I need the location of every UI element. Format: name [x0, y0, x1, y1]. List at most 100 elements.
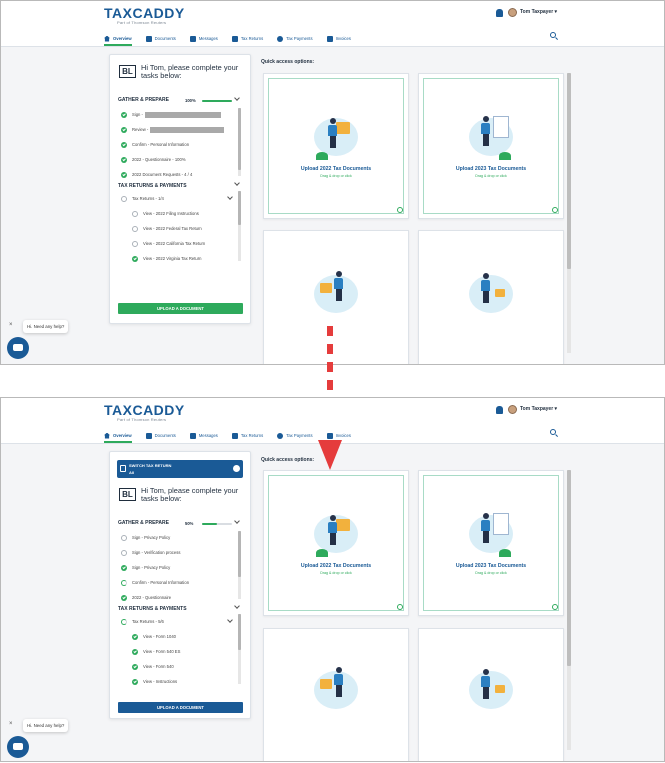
quick-access-card[interactable]: [418, 628, 564, 761]
task-item[interactable]: View - Instructions: [132, 674, 177, 689]
task-item[interactable]: Sign -: [121, 107, 221, 122]
document-box: [495, 685, 505, 693]
partial-progress-icon: [121, 618, 127, 625]
tab-tax-returns[interactable]: Tax Returns: [231, 31, 263, 46]
tax-returns-payments-header[interactable]: TAX RETURNS & PAYMENTS: [118, 183, 187, 189]
person-figure: [481, 273, 490, 303]
task-item[interactable]: View - 2022 Federal Tax Return: [132, 221, 202, 236]
task-item[interactable]: Sign - Privacy Policy: [121, 530, 170, 545]
history-icon[interactable]: [552, 207, 558, 213]
tab-documents[interactable]: Documents: [145, 428, 176, 443]
taxcaddy-logo[interactable]: TAXCADDY: [104, 402, 185, 418]
tab-tax-payments[interactable]: Tax Payments: [277, 31, 313, 46]
upload-2022-card[interactable]: Upload 2022 Tax Documents Drag & drop or…: [263, 470, 409, 616]
check-icon: [121, 156, 127, 163]
task-label: 2022 Document Requests - 4 / 4: [132, 172, 193, 177]
tab-overview[interactable]: Overview: [104, 31, 132, 46]
chevron-down-icon[interactable]: [234, 518, 240, 524]
task-item[interactable]: Sign - Verification process: [121, 545, 180, 560]
card-illustration: [467, 665, 517, 713]
chat-button[interactable]: [7, 736, 29, 758]
search-icon[interactable]: [550, 429, 556, 435]
search-icon[interactable]: [550, 32, 556, 38]
history-icon[interactable]: [397, 207, 403, 213]
notifications-bell-icon[interactable]: [496, 406, 503, 414]
upload-2023-card[interactable]: Upload 2023 Tax Documents Drag & drop or…: [418, 73, 564, 219]
taxcaddy-logo[interactable]: TAXCADDY: [104, 5, 185, 21]
task-label: Confirm - Personal Information: [132, 142, 190, 147]
chevron-down-icon[interactable]: [227, 617, 233, 623]
gather-progress-bar: [202, 100, 232, 102]
task-item[interactable]: View - Form 1040: [132, 629, 176, 644]
task-label: View - Form 1040: [143, 634, 176, 639]
tab-messages[interactable]: Messages: [189, 428, 218, 443]
chat-close-icon[interactable]: ×: [9, 721, 13, 727]
task-item[interactable]: Sign - Privacy Policy: [121, 560, 170, 575]
upload-document-button[interactable]: UPLOAD A DOCUMENT: [118, 702, 243, 713]
task-item[interactable]: 2022 Document Requests - 4 / 4: [121, 167, 192, 182]
tab-tax-payments[interactable]: Tax Payments: [277, 428, 313, 443]
gather-prepare-header[interactable]: GATHER & PREPARE: [118, 520, 169, 526]
redacted-text: [144, 111, 221, 118]
task-item[interactable]: View - Form 540: [132, 659, 174, 674]
tab-invoices[interactable]: Invoices: [326, 31, 351, 46]
quick-access-card[interactable]: [418, 230, 564, 364]
task-item[interactable]: View - 2022 California Tax Return: [132, 236, 205, 251]
returns-scrollbar[interactable]: [238, 614, 241, 684]
returns-scrollbar[interactable]: [238, 191, 241, 261]
gather-prepare-header[interactable]: GATHER & PREPARE: [118, 97, 169, 103]
quick-access-card[interactable]: [263, 628, 409, 761]
person-figure: [481, 116, 490, 146]
chevron-down-icon[interactable]: [234, 180, 240, 186]
task-item[interactable]: Confirm - Personal Information: [121, 575, 189, 590]
upload-2023-card[interactable]: Upload 2023 Tax Documents Drag & drop or…: [418, 470, 564, 616]
quick-access-card[interactable]: [263, 230, 409, 364]
tax-payments-icon: [277, 432, 284, 439]
chevron-down-icon[interactable]: [227, 194, 233, 200]
chat-prompt[interactable]: Hi. Need any help?: [23, 719, 69, 732]
check-icon: [132, 633, 138, 640]
history-icon[interactable]: [552, 604, 558, 610]
task-item[interactable]: View - Form 540 ES: [132, 644, 180, 659]
upload-document-button[interactable]: UPLOAD A DOCUMENT: [118, 303, 243, 314]
gather-scrollbar[interactable]: [238, 531, 241, 599]
tab-messages[interactable]: Messages: [189, 31, 218, 46]
page-scrollbar[interactable]: [567, 470, 571, 750]
upload-2022-card[interactable]: Upload 2022 Tax Documents Drag & drop or…: [263, 73, 409, 219]
chevron-down-icon[interactable]: [234, 603, 240, 609]
tax-returns-payments-header[interactable]: TAX RETURNS & PAYMENTS: [118, 606, 187, 612]
task-item[interactable]: 2022 - Questionnaire: [121, 590, 171, 605]
gather-scrollbar[interactable]: [238, 108, 241, 176]
tab-overview[interactable]: Overview: [104, 428, 132, 443]
task-item[interactable]: 2022 - Questionnaire - 100%: [121, 152, 186, 167]
tax-returns-group[interactable]: Tax Returns - 1/4: [121, 191, 164, 206]
task-item[interactable]: Review -: [121, 122, 225, 137]
task-item[interactable]: View - 2022 Filing Instructions: [132, 206, 199, 221]
switch-tax-return-button[interactable]: SWITCH TAX RETURN All: [117, 460, 243, 478]
user-menu[interactable]: Tom Taxpayer ▾: [520, 9, 557, 15]
invoices-icon: [326, 432, 333, 439]
task-item[interactable]: Confirm - Personal Information: [121, 137, 189, 152]
chevron-down-icon[interactable]: [234, 95, 240, 101]
tax-returns-icon: [231, 35, 238, 42]
notifications-bell-icon[interactable]: [496, 9, 503, 17]
document-box: [336, 122, 350, 134]
tab-tax-returns[interactable]: Tax Returns: [231, 428, 263, 443]
arrow-right-icon: [233, 465, 240, 472]
history-icon[interactable]: [397, 604, 403, 610]
task-label: 2022 - Questionnaire: [132, 595, 172, 600]
tab-label: Invoices: [335, 36, 351, 41]
task-item[interactable]: View - 2022 Virginia Tax Return: [132, 251, 201, 266]
chat-button[interactable]: [7, 337, 29, 359]
user-avatar[interactable]: [508, 8, 517, 17]
page-scrollbar[interactable]: [567, 73, 571, 353]
greeting: Hi Tom, please complete your tasks below…: [141, 63, 239, 80]
arrow-head-icon: [318, 440, 342, 470]
tab-documents[interactable]: Documents: [145, 31, 176, 46]
main-nav: Overview Documents Messages Tax Returns …: [104, 31, 365, 47]
user-menu[interactable]: Tom Taxpayer ▾: [520, 406, 557, 412]
tax-returns-group[interactable]: Tax Returns - 5/6: [121, 614, 164, 629]
user-avatar[interactable]: [508, 405, 517, 414]
chat-close-icon[interactable]: ×: [9, 322, 13, 328]
chat-prompt[interactable]: Hi. Need any help?: [23, 320, 69, 333]
